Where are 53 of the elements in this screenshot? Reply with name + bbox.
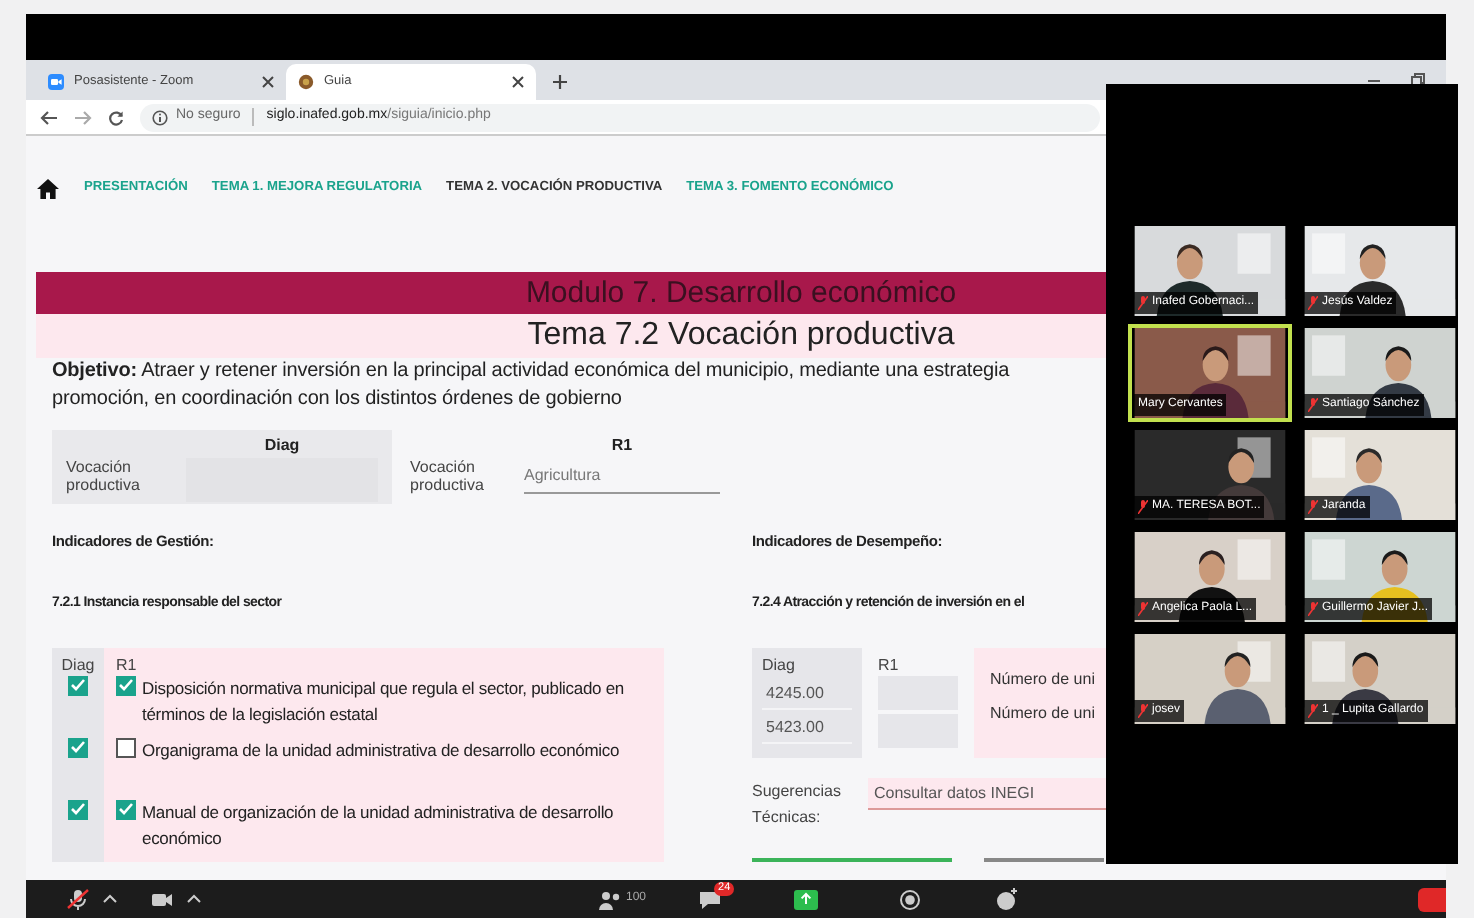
reactions-icon[interactable] — [994, 888, 1019, 910]
column-header: Diag — [262, 434, 302, 458]
restore-icon[interactable] — [1410, 72, 1426, 88]
diag-value: 5423.00 — [762, 709, 852, 744]
muted-mic-icon — [1308, 704, 1318, 718]
vocation-field[interactable]: Agricultura — [524, 458, 720, 494]
end-button[interactable] — [1418, 887, 1446, 911]
indicator-text: Disposición normativa municipal que regula el sector, publicado en términos de la legislación estatal — [142, 675, 626, 728]
diag-checkbox[interactable] — [68, 799, 88, 820]
record-icon[interactable] — [898, 888, 923, 910]
column-header: Diag — [61, 653, 95, 676]
diag-value: 4245.00 — [762, 675, 852, 710]
indicator-label: Número de uni — [990, 667, 1097, 692]
column-header: R1 — [116, 653, 139, 676]
muted-mic-icon — [1138, 602, 1148, 616]
indicator-text: Manual de organización de la unidad administrativa de desarrollo económico — [142, 799, 616, 852]
share-screen-icon[interactable] — [794, 888, 819, 910]
muted-mic-icon — [1138, 704, 1148, 718]
field-label: Vocación productiva — [66, 458, 142, 498]
column-header: R1 — [609, 434, 635, 458]
back-icon[interactable] — [40, 109, 58, 125]
r1-checkbox[interactable] — [116, 799, 136, 820]
objective-text: promoción, en coordinación con los distintos órdenes de gobierno — [52, 386, 624, 414]
suggestions-field[interactable]: Consultar datos INEGI — [868, 777, 1106, 810]
muted-mic-icon[interactable] — [66, 888, 90, 910]
video-camera-icon[interactable] — [150, 888, 174, 910]
close-icon[interactable] — [512, 76, 524, 88]
home-icon[interactable] — [36, 177, 60, 199]
muted-mic-icon — [1138, 296, 1148, 310]
reload-icon[interactable] — [108, 109, 124, 125]
diag-checkbox[interactable] — [68, 675, 88, 696]
video-app-icon — [48, 74, 64, 90]
field-label: Vocación productiva — [410, 458, 486, 498]
column-header: Diag — [762, 653, 797, 676]
column-header: R1 — [878, 653, 901, 676]
muted-mic-icon — [1308, 296, 1318, 310]
muted-mic-icon — [1308, 500, 1318, 514]
site-icon — [298, 74, 314, 90]
close-icon[interactable] — [262, 76, 274, 88]
r1-checkbox[interactable] — [116, 737, 136, 758]
indicator-text: Organigrama de la unidad administrativa de desarrollo económico — [142, 737, 622, 764]
new-tab-icon[interactable] — [552, 74, 568, 90]
muted-mic-icon — [1308, 398, 1318, 412]
diag-checkbox[interactable] — [68, 737, 88, 758]
field-label: Sugerencias Técnicas: — [752, 779, 843, 830]
muted-mic-icon — [1308, 602, 1318, 616]
participants-icon[interactable] — [598, 888, 622, 910]
objective-text: Objetivo: Atraer y retener inversión en la principal actividad económica del municipio, mediante una estrategia — [52, 358, 1012, 386]
r1-checkbox[interactable] — [116, 675, 136, 696]
info-icon — [152, 109, 168, 125]
indicator-label: Número de uni — [990, 701, 1097, 726]
muted-mic-icon — [1138, 500, 1148, 514]
chat-icon[interactable] — [698, 888, 723, 910]
